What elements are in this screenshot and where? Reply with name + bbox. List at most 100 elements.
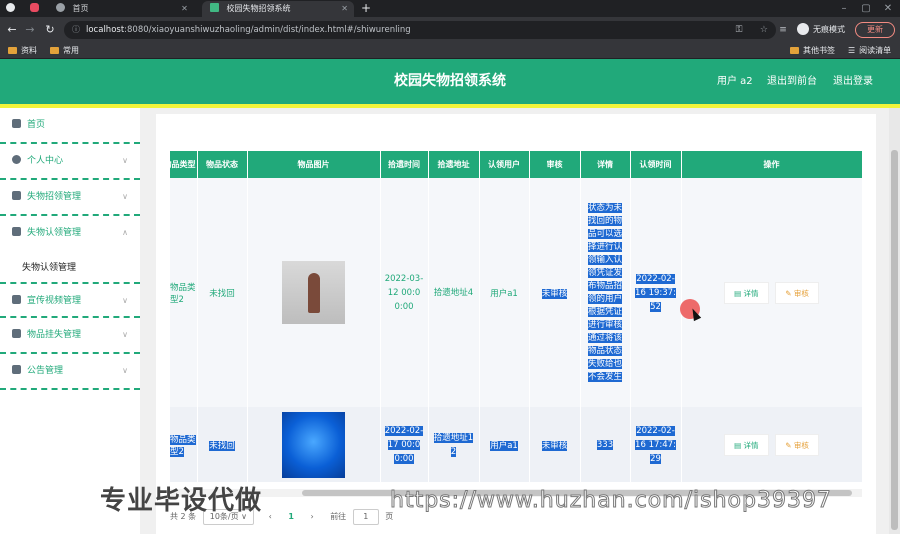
column-header[interactable]: 操作 [681,151,863,178]
cell-status: 未找回 [209,288,235,299]
page-scroll-thumb[interactable] [891,150,898,530]
bookmark-folder[interactable]: 资料 [8,43,37,59]
sidebar-item-label: 个人中心 [27,156,64,166]
goto-page-input[interactable]: 1 [352,509,379,525]
bookmark-label: 资料 [21,46,37,55]
bookmark-folder[interactable]: 常用 [50,43,79,59]
url-path: :8080/xiaoyuanshiwuzhaoling/admin/dist/i… [124,25,411,35]
cell-type: 物品类型2 [170,282,196,305]
current-user: 用户 a2 [717,76,753,87]
chevron-down-icon: ∨ [122,296,128,305]
item-image-figure [308,273,320,313]
app-header: 校园失物招领系统 用户 a2 退出到前台 退出登录 [0,59,900,104]
window-close-icon[interactable]: ✕ [880,0,896,17]
cell-user: 用户a1 [490,288,518,299]
cell-detail: 333 [596,439,614,450]
chevron-down-icon: ∨ [122,366,128,375]
browser-tab-strip: 首页 ✕ 校园失物招领系统 ✕ + – ▢ ✕ [0,0,900,17]
detail-button-label: 详情 [743,288,759,298]
app-icon [30,3,39,12]
minimize-icon[interactable]: – [836,0,852,17]
other-bookmarks[interactable]: 其他书签 [790,43,835,59]
github-icon [6,3,15,12]
browser-tab-app[interactable] [30,1,44,17]
audit-button[interactable]: ✎ 审核 [775,281,819,304]
logout-link[interactable]: 退出登录 [833,59,873,104]
reading-mode-icon[interactable]: ≡ [776,21,790,39]
sidebar-item-label: 失物招领管理 [27,192,82,202]
bookmark-label: 其他书签 [803,46,835,55]
browser-tab-active[interactable]: 校园失物招领系统 ✕ [202,1,354,17]
close-icon[interactable]: ✕ [181,4,188,13]
video-icon [12,295,21,304]
cell-status: 未找回 [209,440,235,451]
current-page[interactable]: 1 [288,507,294,527]
prev-page-icon[interactable]: ‹ [269,507,272,527]
main-content: 物品类型 物品状态 物品图片 拾遗时间 拾遗地址 认领用户 审核 详情 认领时间… [156,114,876,534]
table-row[interactable]: 物品类型2 未找回 2022-02-17 00:00:00 拾遗地址12 用户a… [170,407,863,482]
browser-tab-home[interactable]: 首页 ✕ [56,1,188,17]
browser-tab-github[interactable] [6,1,20,17]
column-header[interactable]: 拾遗时间 [380,151,429,178]
maximize-icon[interactable]: ▢ [858,0,874,17]
edit-icon: ✎ [785,288,794,298]
info-icon[interactable]: ⓘ [72,21,80,39]
sidebar-item-claim-management[interactable]: 失物认领管理 ∧ [0,216,140,252]
column-header[interactable]: 物品状态 [197,151,248,178]
vue-icon [210,3,219,12]
back-icon[interactable]: ← [4,21,20,39]
column-header[interactable]: 详情 [580,151,631,178]
audit-button[interactable]: ✎ 审核 [775,433,819,456]
column-header[interactable]: 认领用户 [479,151,530,178]
sidebar-subitem-claim-management[interactable]: 失物认领管理 [0,252,140,284]
cell-claim-time: 2022-02-16 19:37:52 [635,273,676,312]
key-icon[interactable]: ⚿ [732,21,746,39]
folder-icon [790,47,799,54]
sidebar-item-notice-management[interactable]: 公告管理 ∨ [0,354,140,390]
cell-detail: 状态为未找回的物品可以选择进行认领输入认领凭证发布物品招领的用户根据凭证进行审核… [587,202,622,382]
new-tab-button[interactable]: + [358,0,374,17]
sidebar-item-video-management[interactable]: 宣传视频管理 ∨ [0,282,140,318]
detail-button[interactable]: ▤ 详情 [724,281,769,304]
incognito-indicator[interactable]: 无痕模式 [797,21,845,39]
document-icon: ▤ [734,288,744,298]
column-header[interactable]: 审核 [529,151,581,178]
close-icon[interactable]: ✕ [341,1,348,17]
cell-audit: 未审核 [541,288,568,299]
item-image[interactable] [282,411,345,478]
bookmark-label: 常用 [63,46,79,55]
chevron-up-icon: ∧ [122,228,128,237]
cell-address: 拾遗地址4 [433,287,474,298]
table-row[interactable]: 物品类型2 未找回 2022-03-12 00:00:00 拾遗地址4 用户a1… [170,178,863,407]
forward-icon[interactable]: → [22,21,38,39]
user-icon [12,155,21,164]
next-page-icon[interactable]: › [310,507,313,527]
audit-button-label: 审核 [793,440,809,450]
column-header[interactable]: 认领时间 [630,151,682,178]
detail-button[interactable]: ▤ 详情 [724,433,769,456]
watermark-url: https://www.huzhan.com/ishop39397 [390,488,832,514]
sidebar-item-home[interactable]: 首页 [0,108,140,144]
audit-button-label: 审核 [793,288,809,298]
column-header[interactable]: 物品类型 [170,151,198,178]
back-to-front-link[interactable]: 退出到前台 [767,59,817,104]
claim-table: 物品类型 物品状态 物品图片 拾遗时间 拾遗地址 认领用户 审核 详情 认领时间… [170,151,863,482]
reading-list[interactable]: ☰ 阅读清单 [848,43,891,59]
reload-icon[interactable]: ↻ [42,21,58,39]
sidebar-item-label: 公告管理 [27,366,64,376]
item-image[interactable] [282,261,345,324]
update-button[interactable]: 更新 [855,22,895,38]
column-header[interactable]: 拾遗地址 [428,151,480,178]
column-header[interactable]: 物品图片 [247,151,381,178]
folder-icon [8,47,17,54]
browser-toolbar: ← → ↻ ⓘ localhost:8080/xiaoyuanshiwuzhao… [0,17,900,43]
home-icon [12,119,21,128]
incognito-icon [797,23,809,35]
watermark-text: 专业毕设代做 [100,486,263,516]
bookmark-star-icon[interactable]: ☆ [760,21,768,39]
sidebar-item-found-management[interactable]: 失物招领管理 ∨ [0,180,140,216]
cell-audit: 未审核 [541,440,568,451]
sidebar-item-lost-report-management[interactable]: 物品挂失管理 ∨ [0,318,140,354]
address-bar[interactable]: ⓘ localhost:8080/xiaoyuanshiwuzhaoling/a… [64,21,776,39]
sidebar-item-profile[interactable]: 个人中心 ∨ [0,144,140,180]
